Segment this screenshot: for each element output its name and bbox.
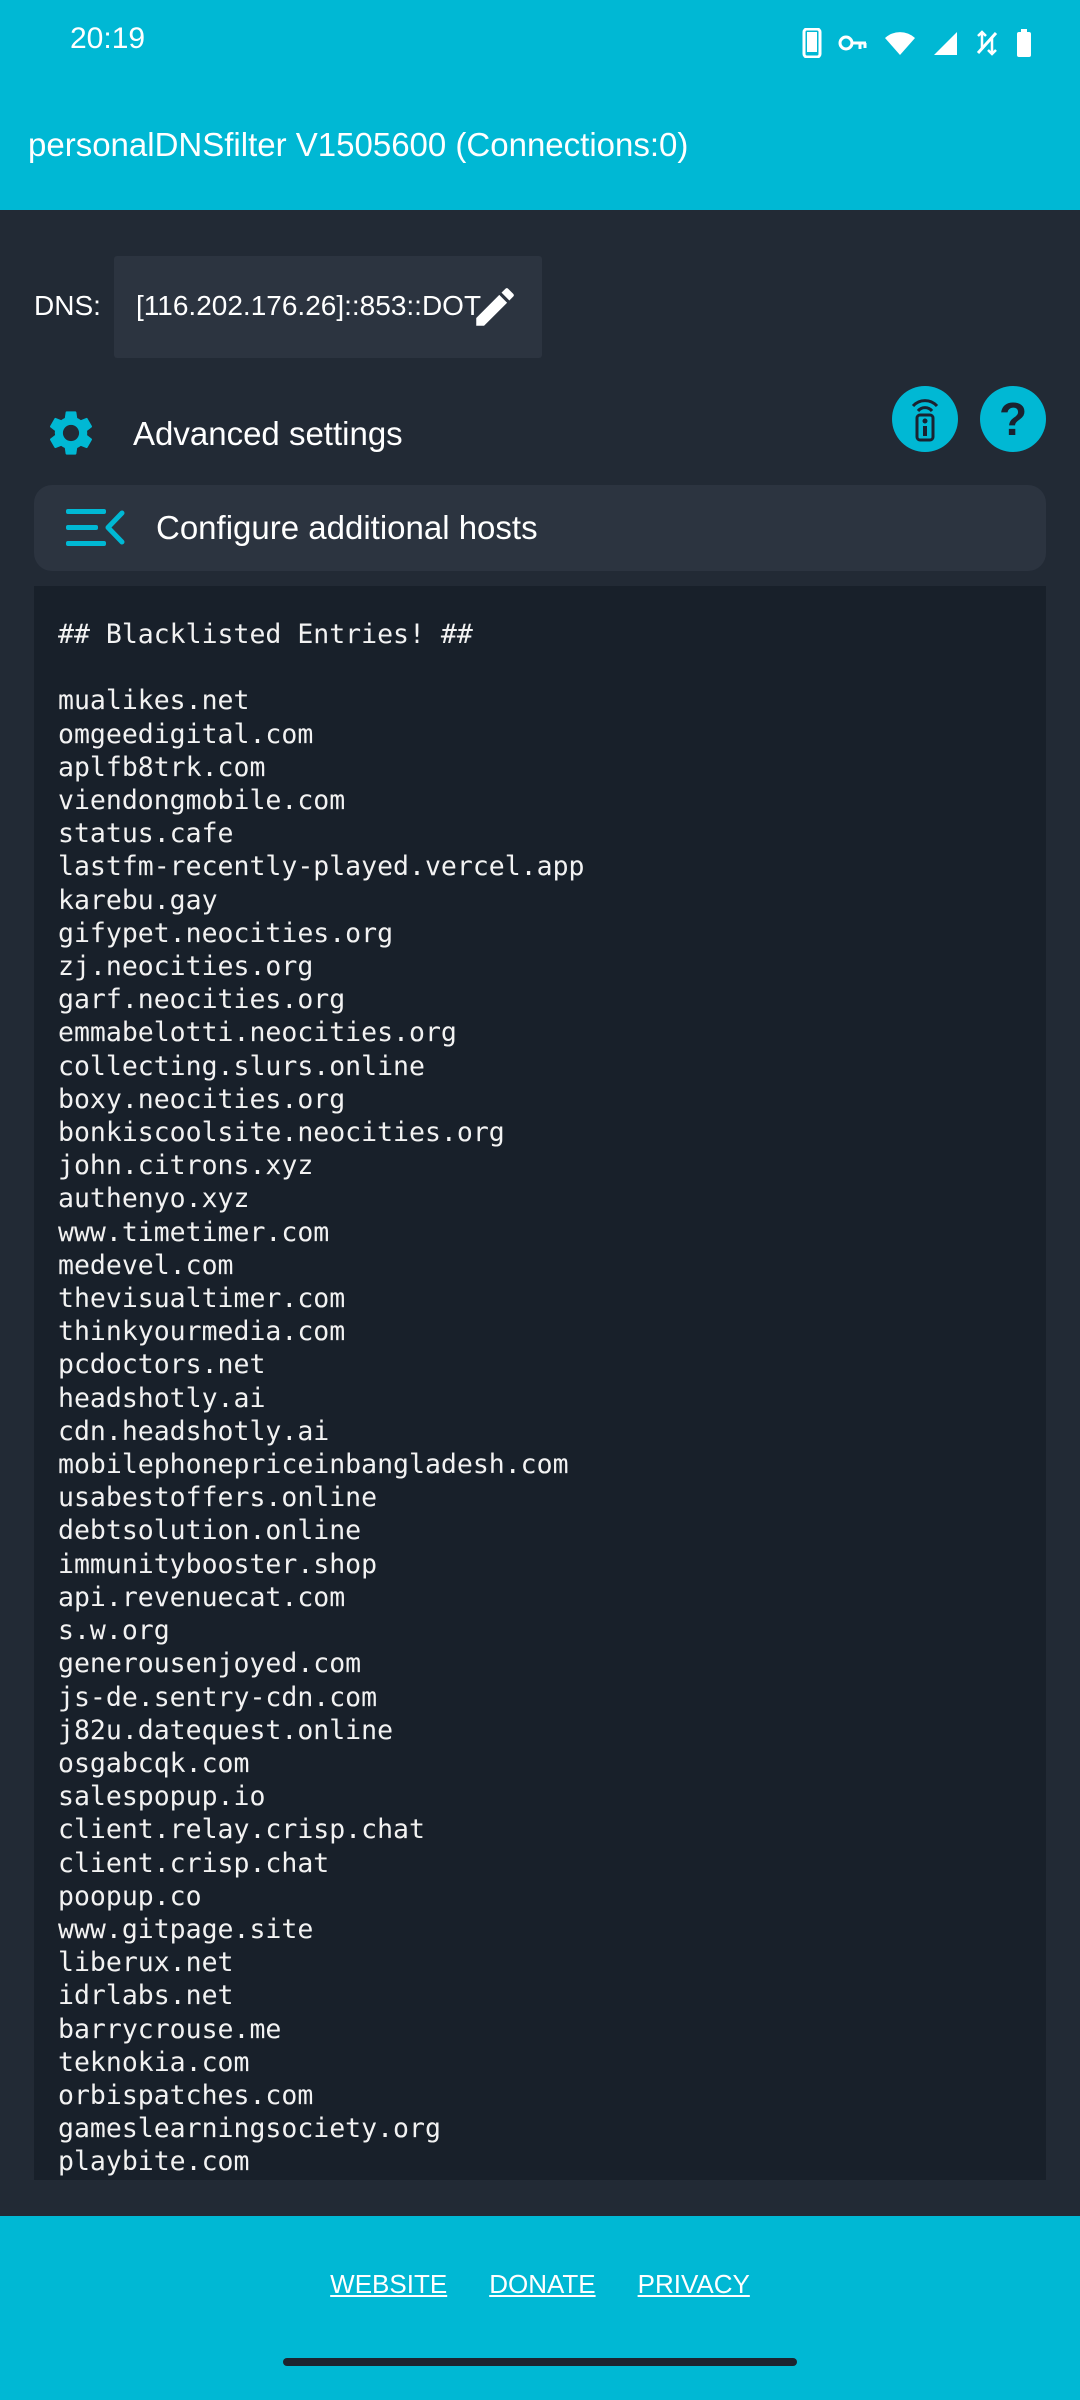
help-icon: ?	[998, 393, 1028, 445]
host-entry: viendongmobile.com	[58, 785, 346, 817]
host-entry: orbispatches.com	[58, 2079, 314, 2111]
host-entry: www.timetimer.com	[58, 1216, 330, 1248]
host-entry: immunitybooster.shop	[58, 1548, 378, 1580]
host-entry: john.citrons.xyz	[58, 1150, 314, 1182]
gear-icon[interactable]	[44, 406, 98, 460]
host-entry: salespopup.io	[58, 1781, 266, 1813]
dns-selector[interactable]: [116.202.176.26]::853::DOT	[114, 256, 542, 358]
host-entry: barrycrouse.me	[58, 2013, 282, 2045]
host-entry: mualikes.net	[58, 685, 250, 717]
host-entry: playbite.com	[58, 2146, 250, 2178]
host-entry: thevisualtimer.com	[58, 1283, 346, 1315]
help-button[interactable]: ?	[980, 386, 1046, 452]
host-entry: gifypet.neocities.org	[58, 917, 394, 949]
menu-collapse-icon	[66, 509, 125, 546]
host-entry: bonkiscoolsite.neocities.org	[58, 1117, 505, 1149]
host-entry: cdn.headshotly.ai	[58, 1415, 330, 1447]
host-entry: client.relay.crisp.chat	[58, 1814, 425, 1846]
host-entry: idrlabs.net	[58, 1980, 234, 2012]
hosts-lines: ## Blacklisted Entries! ## mualikes.net …	[58, 618, 585, 2180]
footer-links: WEBSITE DONATE PRIVACY	[0, 2269, 1080, 2300]
host-entry: thinkyourmedia.com	[58, 1316, 346, 1348]
configure-hosts-toggle[interactable]: Configure additional hosts	[34, 485, 1046, 571]
host-entry: www.gitpage.site	[58, 1913, 314, 1945]
host-entry: status.cafe	[58, 818, 234, 850]
hosts-editor[interactable]: ## Blacklisted Entries! ## mualikes.net …	[34, 586, 1046, 2180]
host-entry: pcdoctors.net	[58, 1349, 266, 1381]
host-entry: liberux.net	[58, 1947, 234, 1979]
host-entry: boxy.neocities.org	[58, 1083, 346, 1115]
wifi-icon	[885, 32, 915, 55]
host-entry: medevel.com	[58, 1249, 234, 1281]
host-entry: gameslearningsociety.org	[58, 2113, 441, 2145]
host-entry: omgeedigital.com	[58, 718, 314, 750]
status-icons	[802, 26, 1032, 60]
remote-icon	[911, 399, 939, 442]
battery-icon	[1017, 29, 1031, 57]
key-icon	[838, 35, 867, 51]
host-entry: usabestoffers.online	[58, 1482, 378, 1514]
host-entry: zj.neocities.org	[58, 951, 314, 983]
remote-control-button[interactable]	[892, 386, 958, 452]
host-entry: s.w.org	[58, 1615, 170, 1647]
host-entry: karebu.gay	[58, 884, 218, 916]
home-indicator[interactable]	[283, 2358, 797, 2366]
dns-value: [116.202.176.26]::853::DOT	[136, 290, 482, 321]
app-title: personalDNSfilter V1505600 (Connections:…	[28, 126, 689, 163]
host-entry: api.revenuecat.com	[58, 1581, 346, 1613]
donate-link[interactable]: DONATE	[489, 2269, 595, 2300]
hosts-header-line: ## Blacklisted Entries! ##	[58, 619, 473, 650]
no-data-icon	[976, 30, 998, 56]
privacy-link[interactable]: PRIVACY	[638, 2269, 750, 2300]
status-bar: 20:19	[0, 0, 1080, 84]
configure-hosts-label: Configure additional hosts	[156, 509, 538, 546]
host-entry: headshotly.ai	[58, 1382, 266, 1414]
host-entry: client.crisp.chat	[58, 1847, 330, 1879]
status-time: 20:19	[70, 22, 146, 55]
dns-label: DNS:	[34, 290, 101, 321]
signal-icon	[934, 32, 957, 55]
host-entry: debtsolution.online	[58, 1515, 362, 1547]
host-entry: osgabcqk.com	[58, 1747, 250, 1779]
advanced-settings-label[interactable]: Advanced settings	[133, 415, 403, 453]
footer: WEBSITE DONATE PRIVACY	[0, 2216, 1080, 2400]
host-entry: teknokia.com	[58, 2046, 250, 2078]
host-entry: poopup.co	[58, 1880, 202, 1912]
phone-icon	[802, 28, 822, 58]
website-link[interactable]: WEBSITE	[330, 2269, 447, 2300]
host-entry: collecting.slurs.online	[58, 1050, 425, 1082]
host-entry: mobilephonepriceinbangladesh.com	[58, 1449, 569, 1481]
host-entry: lastfm-recently-played.vercel.app	[58, 851, 585, 883]
host-entry: authenyo.xyz	[58, 1183, 250, 1215]
host-entry: aplfb8trk.com	[58, 751, 266, 783]
app-bar: personalDNSfilter V1505600 (Connections:…	[0, 84, 1080, 210]
host-entry: j82u.datequest.online	[58, 1714, 394, 1746]
host-entry: emmabelotti.neocities.org	[58, 1017, 457, 1049]
host-entry: generousenjoyed.com	[58, 1648, 362, 1680]
host-entry: js-de.sentry-cdn.com	[58, 1681, 378, 1713]
edit-icon[interactable]	[470, 282, 520, 332]
host-entry: garf.neocities.org	[58, 984, 346, 1016]
